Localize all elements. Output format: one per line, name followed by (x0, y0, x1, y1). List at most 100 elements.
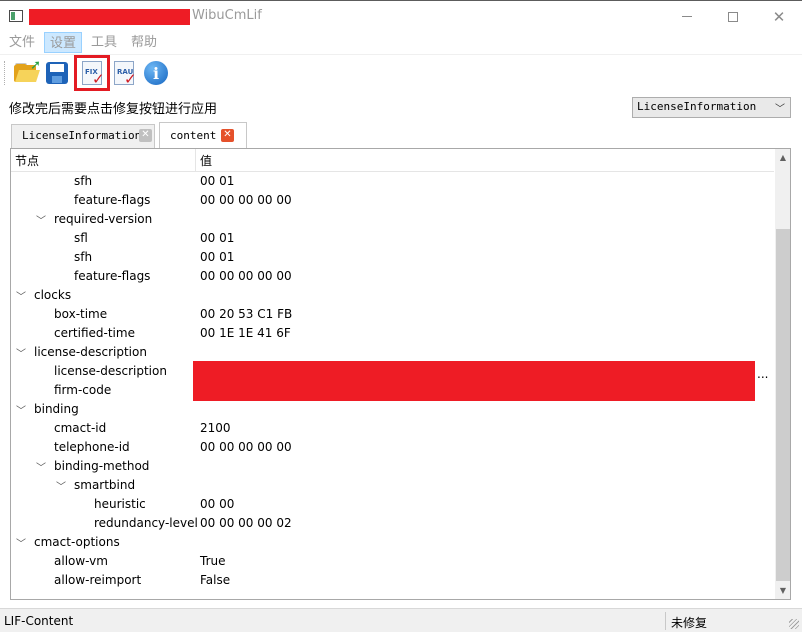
toolbar-grip[interactable] (4, 61, 7, 85)
tree-row[interactable]: ﹀ license-description (11, 343, 774, 362)
menu-help[interactable]: 帮助 (126, 32, 162, 53)
node-value: 00 00 00 00 02 (200, 516, 292, 530)
open-folder-icon: ➚ (14, 58, 41, 83)
fix-document-icon: FIX ✓ (82, 61, 105, 88)
column-header-node[interactable]: 节点 (15, 152, 39, 169)
tree-view[interactable]: 节点 值 sfh 00 01 feature-flags 00 00 00 00 0… (10, 148, 791, 600)
column-header-value[interactable]: 值 (200, 152, 212, 169)
tree-row[interactable]: ﹀ binding (11, 400, 774, 419)
close-button[interactable]: ✕ (756, 1, 802, 32)
node-value: 00 01 (200, 231, 235, 245)
close-icon: ✕ (772, 7, 786, 26)
status-bar: LIF-Content 未修复 (0, 608, 802, 632)
check-mark-icon: ✓ (124, 70, 137, 88)
node-name: certified-time (54, 326, 135, 340)
tree-row[interactable]: ﹀ required-version (11, 210, 774, 229)
node-name: cmact-id (54, 421, 107, 435)
resize-grip-icon[interactable] (789, 619, 799, 629)
tree-row[interactable]: telephone-id 00 00 00 00 00 (11, 438, 774, 457)
vertical-scrollbar[interactable]: ▲ ▼ (775, 149, 790, 599)
node-name: smartbind (74, 478, 136, 492)
node-name: license-description (34, 345, 147, 359)
node-value: False (200, 573, 231, 587)
column-divider[interactable] (195, 149, 196, 171)
view-select-value: LicenseInformation (637, 100, 757, 113)
open-button[interactable]: ➚ (11, 58, 41, 88)
fix-button[interactable]: FIX ✓ (74, 55, 110, 91)
tree-row[interactable]: ﹀ clocks (11, 286, 774, 305)
check-mark-icon: ✓ (92, 70, 105, 88)
title-redaction (29, 9, 190, 25)
value-redaction (193, 361, 755, 401)
node-name: telephone-id (54, 440, 130, 454)
chevron-down-icon[interactable]: ﹀ (56, 478, 66, 493)
scroll-up-icon[interactable]: ▲ (775, 149, 790, 166)
chevron-down-icon[interactable]: ﹀ (16, 402, 26, 417)
tree-row[interactable]: box-time 00 20 53 C1 FB (11, 305, 774, 324)
node-name: clocks (34, 288, 72, 302)
chevron-down-icon[interactable]: ﹀ (36, 212, 46, 227)
scroll-thumb[interactable] (776, 229, 790, 581)
node-name: license-description (54, 364, 167, 378)
node-value: 00 01 (200, 250, 235, 264)
tree-row[interactable]: sfh 00 01 (11, 248, 774, 267)
tree-row[interactable]: ﹀ cmact-options (11, 533, 774, 552)
chevron-down-icon[interactable]: ﹀ (16, 345, 26, 360)
node-value: 00 00 00 00 00 (200, 193, 292, 207)
info-button[interactable]: i (141, 58, 171, 88)
node-value: 00 00 (200, 497, 235, 511)
save-button[interactable] (42, 58, 72, 88)
tab-content[interactable]: content ✕ (159, 122, 247, 149)
tree-row[interactable]: redundancy-level 00 00 00 00 02 (11, 514, 774, 533)
tree-row[interactable]: ﹀ smartbind (11, 476, 774, 495)
chevron-down-icon[interactable]: ﹀ (36, 459, 46, 474)
node-name: required-version (54, 212, 153, 226)
tree-row[interactable]: allow-reimport False (11, 571, 774, 590)
tree-row[interactable]: sfh 00 01 (11, 172, 774, 191)
save-disk-icon (46, 62, 68, 84)
rau-button[interactable]: RAU ✓ (109, 58, 139, 88)
tree-row[interactable]: feature-flags 00 00 00 00 00 (11, 191, 774, 210)
maximize-icon (728, 11, 738, 22)
menu-settings[interactable]: 设置 (44, 31, 83, 53)
info-icon: i (144, 61, 168, 85)
minimize-icon (682, 16, 692, 17)
close-tab-icon[interactable]: ✕ (221, 129, 234, 142)
chevron-down-icon[interactable]: ﹀ (16, 535, 26, 550)
node-name: sfl (74, 231, 88, 245)
tree-row[interactable]: sfl 00 01 (11, 229, 774, 248)
maximize-button[interactable] (710, 1, 756, 32)
node-name: heuristic (94, 497, 146, 511)
tab-label: LicenseInformation (22, 129, 142, 142)
node-value: 00 20 53 C1 FB (200, 307, 293, 321)
node-value: True (200, 554, 226, 568)
node-value: 00 00 00 00 00 (200, 269, 292, 283)
menu-tools[interactable]: 工具 (86, 32, 122, 53)
chevron-down-icon[interactable]: ﹀ (16, 288, 26, 303)
scroll-down-icon[interactable]: ▼ (775, 582, 790, 599)
tree-row[interactable]: feature-flags 00 00 00 00 00 (11, 267, 774, 286)
tree-row[interactable]: certified-time 00 1E 1E 41 6F (11, 324, 774, 343)
tree-row[interactable]: cmact-id 2100 (11, 419, 774, 438)
tab-license-information[interactable]: LicenseInformation ✕ (11, 124, 155, 148)
node-value: 00 00 00 00 00 (200, 440, 292, 454)
node-name: binding (34, 402, 79, 416)
tree-row[interactable]: ﹀ binding-method (11, 457, 774, 476)
view-select[interactable]: LicenseInformation ﹀ (632, 97, 791, 118)
node-name: sfh (74, 174, 93, 188)
node-name: allow-vm (54, 554, 108, 568)
node-value: 2100 (200, 421, 231, 435)
node-name: firm-code (54, 383, 112, 397)
tree-row[interactable]: allow-vm True (11, 552, 774, 571)
minimize-button[interactable] (664, 1, 710, 32)
title-bar: WibuCmLif ✕ (0, 0, 802, 31)
tree-row[interactable]: heuristic 00 00 (11, 495, 774, 514)
node-name: redundancy-level (94, 516, 198, 530)
node-name: allow-reimport (54, 573, 142, 587)
node-name: sfh (74, 250, 93, 264)
menu-file[interactable]: 文件 (4, 32, 40, 53)
close-tab-icon[interactable]: ✕ (139, 129, 152, 142)
window-title: WibuCmLif (192, 8, 262, 23)
rau-document-icon: RAU ✓ (114, 61, 137, 88)
apply-hint-text: 修改完后需要点击修复按钮进行应用 (9, 102, 218, 117)
